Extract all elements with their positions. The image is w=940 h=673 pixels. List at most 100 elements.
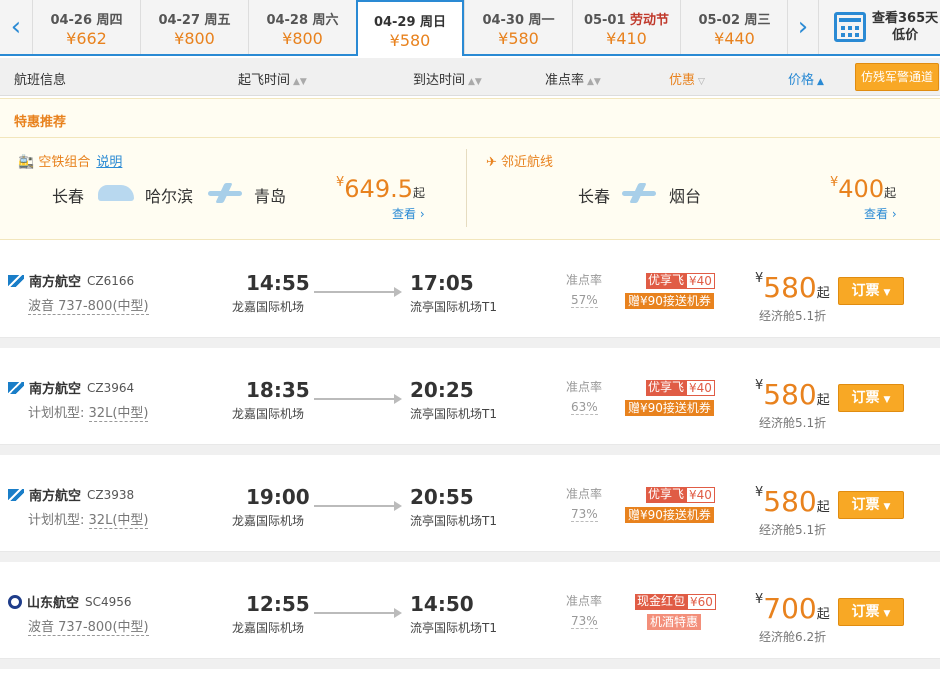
filter-discount-label: 优惠 <box>669 73 696 88</box>
sort-header: 航班信息 起飞时间 ▲▼ 到达时间 ▲▼ 准点率 ▲▼ 优惠 ▽ 价格 ▲ 仿残军警通道 <box>0 58 940 96</box>
sort-arrows-icon: ▲▼ <box>293 77 307 87</box>
calendar-label: 查看365天 低价 <box>872 10 938 44</box>
airline-name: 南方航空 <box>29 489 82 504</box>
next-dates-button[interactable]: › <box>787 0 819 54</box>
cabin-discount: 经济舱5.1折 <box>759 416 827 430</box>
ontime-rate[interactable]: 73% <box>571 614 598 629</box>
discount-tag[interactable]: 现金红包 ¥60 <box>635 594 716 610</box>
caret-down-icon: ▼ <box>883 395 891 405</box>
book-button[interactable]: 订票 ▼ <box>838 384 904 412</box>
flight-row: 南方航空 CZ3964 计划机型: 32L(中型) 18:35 龙嘉国际机场 2… <box>0 348 940 445</box>
discount-tag[interactable]: 优享飞 ¥40 <box>646 380 715 396</box>
airline: 南方航空 CZ3964 <box>8 378 134 397</box>
book-button[interactable]: 订票 ▼ <box>838 277 904 305</box>
sort-price[interactable]: 价格 ▲ <box>788 69 824 88</box>
departure-time: 12:55 <box>246 592 310 616</box>
departure-airport: 龙嘉国际机场 <box>232 407 305 421</box>
arrival-airport: 流亭国际机场T1 <box>410 300 497 314</box>
caret-down-icon: ▼ <box>883 288 891 298</box>
ontime-rate[interactable]: 73% <box>571 507 598 522</box>
sort-depart-time[interactable]: 起飞时间 ▲▼ <box>238 69 307 88</box>
date-price: ¥580 <box>498 29 539 48</box>
flight-price: ¥580起 <box>755 271 830 304</box>
date-price: ¥800 <box>174 29 215 48</box>
filter-discount[interactable]: 优惠 ▽ <box>669 69 705 88</box>
row-gap <box>0 445 940 455</box>
plane-icon <box>622 183 656 203</box>
aircraft-type[interactable]: 波音 737-800(中型) <box>28 295 149 315</box>
ontime-rate[interactable]: 57% <box>571 293 598 308</box>
date-tab[interactable]: 04-28 周六 ¥800 <box>248 0 356 54</box>
train-icon <box>98 185 134 201</box>
flight-row: 南方航空 CZ3938 计划机型: 32L(中型) 19:00 龙嘉国际机场 2… <box>0 455 940 552</box>
calendar-icon <box>834 12 866 42</box>
divider <box>0 137 940 138</box>
low-price-calendar-button[interactable]: 查看365天 低价 <box>826 0 940 54</box>
date-tab[interactable]: 04-30 周一 ¥580 <box>464 0 572 54</box>
flight-number: CZ6166 <box>87 273 135 288</box>
discount-tag-label: 优享飞 <box>646 273 687 289</box>
sort-arrows-icon: ▲▼ <box>468 77 482 87</box>
airline-name: 山东航空 <box>27 596 80 611</box>
cabin-discount: 经济舱5.1折 <box>759 523 827 537</box>
book-label: 订票 <box>851 497 880 513</box>
disabled-military-channel-button[interactable]: 仿残军警通道 <box>855 63 939 91</box>
aircraft-type[interactable]: 波音 737-800(中型) <box>28 616 149 636</box>
flight-price-value: 580 <box>763 485 817 518</box>
flight-price-value: 580 <box>763 271 817 304</box>
caret-down-icon: ▼ <box>883 609 891 619</box>
date-tab-selected[interactable]: 04-29 周日 ¥580 <box>356 0 464 56</box>
route-arrow-icon <box>314 501 402 511</box>
airline-logo-icon <box>8 274 24 287</box>
date-tab[interactable]: 04-27 周五 ¥800 <box>140 0 248 54</box>
date-tab[interactable]: 04-26 周四 ¥662 <box>32 0 140 54</box>
prev-dates-button[interactable]: ‹ <box>0 0 32 54</box>
airline: 南方航空 CZ3938 <box>8 485 134 504</box>
arrival-time: 20:55 <box>410 485 474 509</box>
airline-logo-icon <box>8 488 24 501</box>
cabin-discount: 经济舱5.1折 <box>759 309 827 323</box>
city-destination: 青岛 <box>254 187 287 206</box>
flight-search-page: ‹ 04-26 周四 ¥662 04-27 周五 ¥800 04-28 周六 ¥… <box>0 0 940 673</box>
aircraft-model: 32L(中型) <box>88 513 149 529</box>
calendar-label-line1: 查看365天 <box>872 11 939 26</box>
arrival-time: 20:25 <box>410 378 474 402</box>
discount-tag[interactable]: 优享飞 ¥40 <box>646 273 715 289</box>
col-flight-info: 航班信息 <box>14 73 67 88</box>
air-rail-combo-heading: 🚉 空铁组合 说明 <box>18 151 122 170</box>
arrival-time: 14:50 <box>410 592 474 616</box>
sort-arrive-label: 到达时间 <box>413 73 466 88</box>
aircraft-type[interactable]: 计划机型: 32L(中型) <box>28 402 149 422</box>
gift-tag[interactable]: 赠¥90接送机券 <box>625 507 714 523</box>
sort-arrive-time[interactable]: 到达时间 ▲▼ <box>413 69 482 88</box>
combo-view-link[interactable]: 查看 › <box>392 205 425 222</box>
air-rail-combo-label: 空铁组合 <box>38 155 91 170</box>
discount-tag-value: ¥40 <box>686 273 715 289</box>
plane-icon: ✈ <box>486 155 497 170</box>
gift-tag[interactable]: 机酒特惠 <box>647 614 702 630</box>
sort-ontime[interactable]: 准点率 ▲▼ <box>545 69 601 88</box>
book-button[interactable]: 订票 ▼ <box>838 491 904 519</box>
flight-price-value: 700 <box>763 592 817 625</box>
airline: 山东航空 SC4956 <box>8 592 132 611</box>
date-tab[interactable]: 05-01 劳动节 ¥410 <box>572 0 680 54</box>
nearby-view-link[interactable]: 查看 › <box>864 205 897 222</box>
special-offers-panel: 特惠推荐 🚉 空铁组合 说明 长春 哈尔滨 青岛 ¥649.5起 查看 › ✈ 邻… <box>0 98 940 240</box>
date-tab[interactable]: 05-02 周三 ¥440 <box>680 0 788 54</box>
airline-name: 南方航空 <box>29 275 82 290</box>
date-label: 04-29 周日 <box>373 15 447 30</box>
gift-tag[interactable]: 赠¥90接送机券 <box>625 400 714 416</box>
departure-time: 14:55 <box>246 271 310 295</box>
flight-price: ¥580起 <box>755 485 830 518</box>
gift-tag[interactable]: 赠¥90接送机券 <box>625 293 714 309</box>
ontime-rate[interactable]: 63% <box>571 400 598 415</box>
book-button[interactable]: 订票 ▼ <box>838 598 904 626</box>
discount-tag[interactable]: 优享飞 ¥40 <box>646 487 715 503</box>
aircraft-prefix: 计划机型: <box>28 406 85 421</box>
divider <box>466 149 467 227</box>
aircraft-type[interactable]: 计划机型: 32L(中型) <box>28 509 149 529</box>
combo-explain-link[interactable]: 说明 <box>96 155 122 170</box>
ontime-label: 准点率 <box>566 273 603 287</box>
discount-tag-label: 现金红包 <box>635 594 688 610</box>
price-from-label: 起 <box>816 286 830 301</box>
